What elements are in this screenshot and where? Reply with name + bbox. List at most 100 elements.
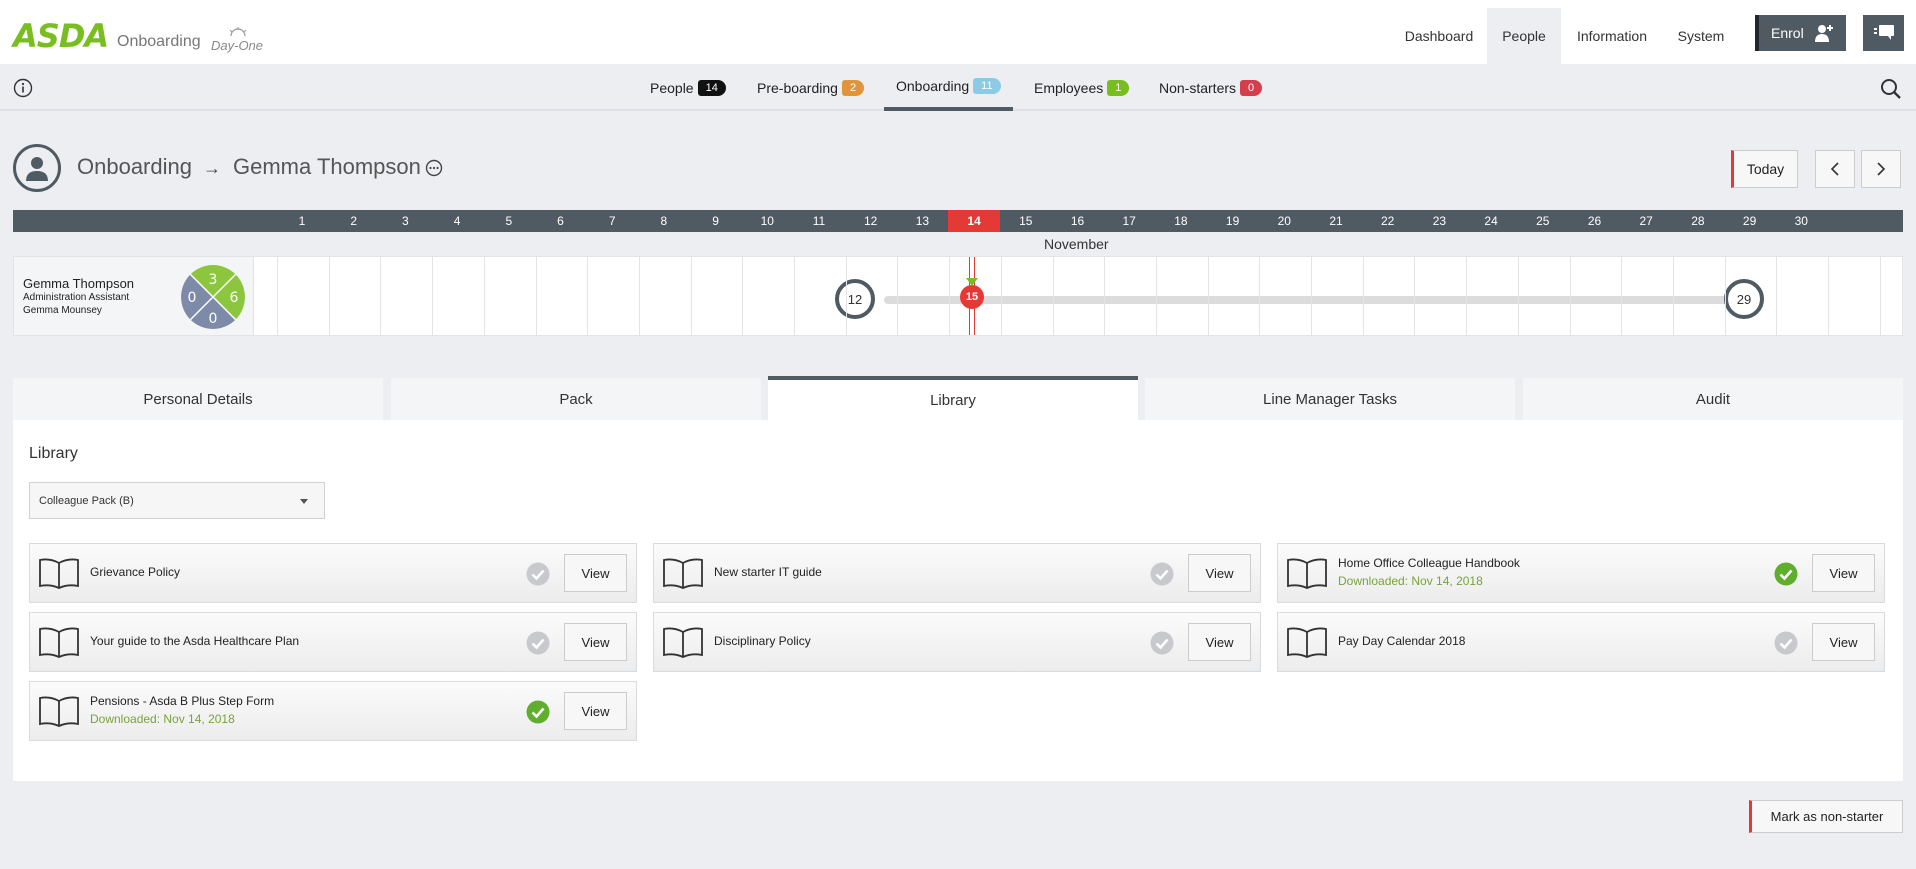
- timeline-day: 21: [1329, 214, 1343, 228]
- timeline-day: 13: [915, 214, 930, 228]
- timeline-day: 17: [1122, 214, 1136, 228]
- tab-onboarding[interactable]: Onboarding 11: [884, 64, 1013, 111]
- pie-label-left: 0: [188, 290, 197, 306]
- nav-people[interactable]: People: [1487, 8, 1561, 64]
- tab-nonstarters-label: Non-starters: [1159, 79, 1237, 96]
- next-button[interactable]: [1861, 150, 1901, 188]
- view-button[interactable]: View: [564, 692, 627, 730]
- timeline-grid-column: [845, 257, 847, 335]
- view-button[interactable]: View: [564, 623, 627, 661]
- timeline-grid-column: [1828, 257, 1829, 335]
- library-item-downloaded: Downloaded: Nov 14, 2018: [90, 712, 235, 726]
- app-header: ASDA Onboarding Day-One Dashboard People…: [0, 0, 1916, 64]
- tab-employees[interactable]: Employees 1: [1034, 64, 1130, 111]
- timeline-day: 15: [1019, 214, 1033, 228]
- view-button[interactable]: View: [564, 554, 627, 592]
- info-icon[interactable]: [13, 78, 33, 98]
- timeline-day: 26: [1587, 214, 1602, 228]
- breadcrumb-section[interactable]: Onboarding: [77, 154, 192, 180]
- onboarding-progress-track: [884, 296, 1758, 304]
- breadcrumb-arrow: →: [203, 158, 221, 178]
- sub-navigation: People 14 Pre-boarding 2 Onboarding 11 E…: [0, 64, 1916, 111]
- timeline-grid-column: [1362, 257, 1364, 335]
- timeline-grid-column: [1466, 257, 1468, 335]
- mark-non-starter-button[interactable]: Mark as non-starter: [1749, 800, 1903, 833]
- timeline-person-name: Gemma Thompson: [23, 276, 135, 291]
- library-item-downloaded: Downloaded: Nov 14, 2018: [1338, 574, 1483, 588]
- timeline-day: 23: [1432, 214, 1447, 228]
- timeline-day: 28: [1691, 214, 1705, 228]
- tab-employees-label: Employees: [1034, 79, 1104, 96]
- enrol-button[interactable]: Enrol: [1755, 15, 1846, 51]
- timeline-day: 8: [660, 214, 668, 228]
- timeline-grid-column: [1517, 257, 1519, 335]
- library-item: Pensions - Asda B Plus Step Form Download…: [29, 681, 637, 741]
- library-item-title: Pay Day Calendar 2018: [1338, 634, 1466, 648]
- timeline-grid-column: [638, 257, 640, 335]
- timeline-day: 22: [1381, 214, 1395, 228]
- view-button[interactable]: View: [1812, 623, 1875, 661]
- book-icon: [1287, 627, 1327, 658]
- asda-logo[interactable]: ASDA: [13, 18, 109, 54]
- view-button[interactable]: View: [1188, 623, 1251, 661]
- start-date-node[interactable]: 12: [835, 279, 875, 319]
- messages-button[interactable]: [1863, 15, 1904, 51]
- timeline-day: 16: [1070, 214, 1085, 228]
- tab-people[interactable]: People 14: [650, 64, 726, 111]
- timeline-day: 1: [298, 214, 306, 228]
- person-avatar: [13, 144, 61, 192]
- today-marker[interactable]: 15: [960, 285, 984, 309]
- timeline-grid-column: [277, 257, 278, 335]
- chat-icon: [1873, 25, 1894, 40]
- library-item: Grievance Policy View: [29, 543, 637, 603]
- timeline-person-cell[interactable]: Gemma Thompson Administration Assistant …: [14, 257, 254, 335]
- tab-library[interactable]: Library: [768, 376, 1138, 420]
- timeline-day: 25: [1536, 214, 1550, 228]
- dayone-text: Day-One: [211, 38, 264, 53]
- timeline-day: 12: [864, 214, 878, 228]
- timeline-grid-column: [949, 257, 951, 335]
- library-title: Library: [29, 445, 78, 462]
- nav-system[interactable]: System: [1662, 8, 1740, 64]
- pack-select[interactable]: Colleague Pack (B): [29, 482, 325, 519]
- library-item: Your guide to the Asda Healthcare Plan Vi…: [29, 612, 637, 672]
- library-item-title: New starter IT guide: [714, 565, 822, 579]
- tab-pack[interactable]: Pack: [391, 378, 761, 420]
- tab-personal-details[interactable]: Personal Details: [13, 378, 383, 420]
- timeline-month: November: [1044, 236, 1109, 252]
- timeline-day: 30: [1794, 214, 1808, 228]
- nav-information[interactable]: Information: [1566, 8, 1658, 64]
- timeline-day: 2: [350, 214, 358, 228]
- timeline-day: 5: [505, 214, 513, 228]
- timeline-day: 19: [1225, 214, 1240, 228]
- book-icon: [39, 627, 79, 658]
- timeline-days-bar: 1 2 3 4 5 6 7 8 9 10 11 12 13 14 15 16 17 18 19 20 21 22 23 24 2…: [13, 210, 1903, 232]
- chevron-left-icon: [1830, 162, 1839, 176]
- end-date-node[interactable]: 29: [1724, 279, 1764, 319]
- page-title: Gemma Thompson: [233, 154, 421, 179]
- timeline-grid-column: [1414, 257, 1416, 335]
- search-icon[interactable]: [1880, 78, 1902, 100]
- nav-dashboard[interactable]: Dashboard: [1393, 8, 1485, 64]
- previous-button[interactable]: [1815, 150, 1855, 188]
- book-icon: [39, 696, 79, 727]
- tab-non-starters[interactable]: Non-starters 0: [1159, 64, 1263, 111]
- add-user-icon: [1814, 25, 1833, 42]
- timeline-day: 6: [557, 214, 564, 228]
- tab-pre-boarding[interactable]: Pre-boarding 2: [757, 64, 865, 111]
- tab-line-manager-tasks[interactable]: Line Manager Tasks: [1145, 378, 1515, 420]
- timeline-day: 10: [760, 214, 774, 228]
- timeline-day: 18: [1174, 214, 1188, 228]
- timeline-grid: Gemma Thompson Administration Assistant …: [13, 256, 1903, 336]
- more-options-icon[interactable]: [425, 159, 443, 177]
- people-count-badge: 14: [697, 79, 726, 96]
- today-button[interactable]: Today: [1731, 150, 1798, 188]
- view-button[interactable]: View: [1812, 554, 1875, 592]
- check-pending-icon: [1774, 631, 1798, 655]
- check-pending-icon: [526, 562, 550, 586]
- timeline-grid-column: [690, 257, 692, 335]
- tab-audit[interactable]: Audit: [1523, 378, 1903, 420]
- caret-down-icon: [300, 499, 308, 504]
- timeline-grid-column: [1155, 257, 1157, 335]
- view-button[interactable]: View: [1188, 554, 1251, 592]
